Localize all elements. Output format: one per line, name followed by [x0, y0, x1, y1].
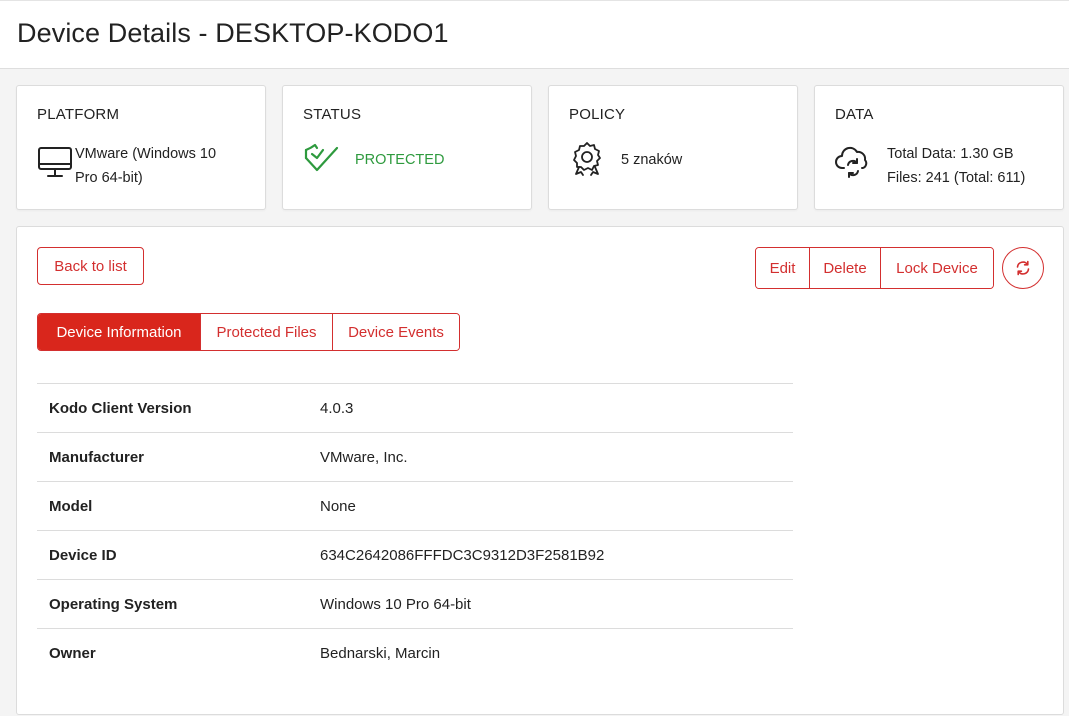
lock-device-button[interactable]: Lock Device [881, 248, 993, 288]
page-header: Device Details - DESKTOP-KODO1 [0, 0, 1069, 69]
table-row: Operating System Windows 10 Pro 64-bit [37, 579, 793, 629]
row-value: Bednarski, Marcin [320, 644, 441, 662]
status-card: STATUS PROTECTED [282, 85, 532, 210]
tab-device-events[interactable]: Device Events [333, 314, 459, 350]
status-value: PROTECTED [355, 152, 445, 168]
platform-value: VMware (Windows 10 Pro 64-bit) [75, 142, 216, 190]
back-to-list-button[interactable]: Back to list [37, 247, 144, 285]
row-value: VMware, Inc. [320, 448, 408, 466]
badge-icon [573, 142, 601, 176]
row-key: Owner [49, 644, 96, 662]
policy-card: POLICY 5 znaków [548, 85, 798, 210]
data-card: DATA Total Data: 1.30 GB Files: 241 (Tot… [814, 85, 1064, 210]
device-actions-group: Edit Delete Lock Device [755, 247, 994, 289]
refresh-button[interactable] [1002, 247, 1044, 289]
check-shield-icon [304, 143, 339, 172]
platform-card-title: PLATFORM [37, 106, 120, 123]
row-key: Device ID [49, 546, 117, 564]
data-line-2: Files: 241 (Total: 611) [887, 170, 1026, 186]
row-value: Windows 10 Pro 64-bit [320, 595, 471, 613]
platform-line-2: Pro 64-bit) [75, 170, 143, 186]
table-row: Manufacturer VMware, Inc. [37, 432, 793, 482]
tab-bar: Device Information Protected Files Devic… [37, 313, 460, 351]
row-value: 634C2642086FFFDC3C9312D3F2581B92 [320, 546, 605, 564]
page-title: Device Details - DESKTOP-KODO1 [17, 18, 449, 48]
row-value: 4.0.3 [320, 399, 354, 417]
row-value: None [320, 497, 356, 515]
table-row: Kodo Client Version 4.0.3 [37, 383, 793, 433]
table-row: Model None [37, 481, 793, 531]
platform-card: PLATFORM VMware (Windows 10 Pro 64-bit) [16, 85, 266, 210]
row-key: Model [49, 497, 93, 515]
device-details-panel: Back to list Edit Delete Lock Device Dev… [16, 226, 1064, 715]
row-key: Operating System [49, 595, 178, 613]
tab-device-information[interactable]: Device Information [38, 314, 201, 350]
row-key: Kodo Client Version [49, 399, 192, 417]
table-row: Owner Bednarski, Marcin [37, 628, 793, 678]
table-row: Device ID 634C2642086FFFDC3C9312D3F2581B… [37, 530, 793, 580]
policy-value: 5 znaków [621, 152, 683, 168]
refresh-icon [1016, 260, 1030, 276]
delete-button[interactable]: Delete [810, 248, 881, 288]
data-value: Total Data: 1.30 GB Files: 241 (Total: 6… [887, 142, 1025, 190]
row-key: Manufacturer [49, 448, 145, 466]
cloud-sync-icon [835, 146, 868, 178]
platform-line-1: VMware (Windows 10 [75, 146, 217, 162]
data-card-title: DATA [835, 106, 874, 123]
policy-card-title: POLICY [569, 106, 626, 123]
status-card-title: STATUS [303, 106, 362, 123]
tab-protected-files[interactable]: Protected Files [201, 314, 333, 350]
desktop-monitor-icon [38, 147, 72, 177]
device-info-table: Kodo Client Version 4.0.3 Manufacturer V… [37, 383, 793, 678]
edit-button[interactable]: Edit [756, 248, 810, 288]
data-line-1: Total Data: 1.30 GB [887, 146, 1014, 162]
